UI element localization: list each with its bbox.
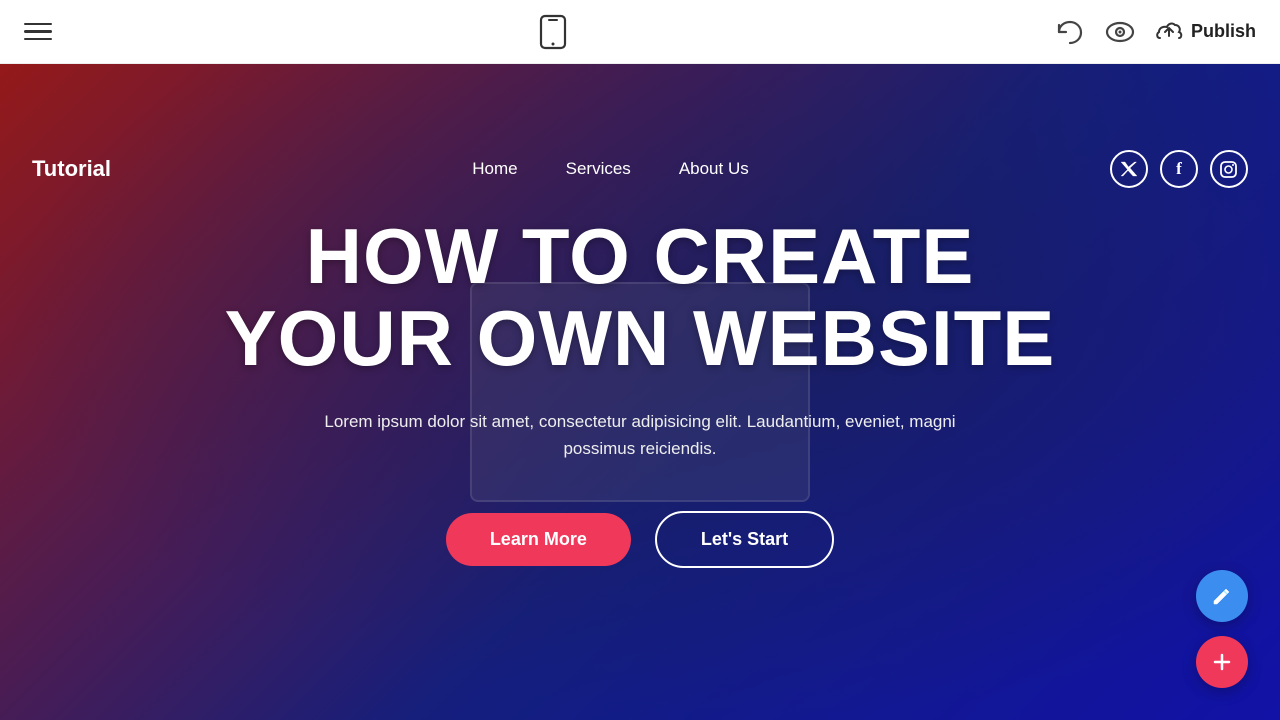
hero-title: HOW TO CREATE YOUR OWN WEBSITE [225,216,1056,380]
add-fab-button[interactable] [1196,636,1248,688]
toolbar-left [24,23,52,41]
fab-container [1196,570,1248,688]
learn-more-button[interactable]: Learn More [446,513,631,566]
hero-content: HOW TO CREATE YOUR OWN WEBSITE Lorem ips… [225,216,1056,567]
toolbar-right: Publish [1055,19,1256,45]
nav-link-home[interactable]: Home [472,159,517,179]
nav-socials: f [1110,150,1248,188]
nav-link-about[interactable]: About Us [679,159,749,179]
hero-buttons: Learn More Let's Start [446,511,834,568]
site-logo: Tutorial [32,156,111,182]
hero-subtitle: Lorem ipsum dolor sit amet, consectetur … [290,408,990,462]
site-nav: Tutorial Home Services About Us f [0,128,1280,210]
social-facebook[interactable]: f [1160,150,1198,188]
hero-title-line1: HOW TO CREATE [306,212,975,300]
hero-section: Tutorial Home Services About Us f [0,64,1280,720]
preview-eye-icon[interactable] [1105,21,1135,43]
nav-links: Home Services About Us [472,159,748,179]
edit-fab-button[interactable] [1196,570,1248,622]
hero-title-line2: YOUR OWN WEBSITE [225,294,1056,382]
upload-cloud-icon [1155,20,1183,44]
toolbar-center [539,14,567,50]
lets-start-button[interactable]: Let's Start [655,511,834,568]
social-instagram[interactable] [1210,150,1248,188]
hamburger-menu-icon[interactable] [24,23,52,41]
publish-button[interactable]: Publish [1155,20,1256,44]
social-twitter[interactable] [1110,150,1148,188]
undo-icon[interactable] [1055,19,1085,45]
facebook-icon: f [1176,159,1182,179]
phone-icon [539,14,567,50]
nav-link-services[interactable]: Services [566,159,631,179]
toolbar: Publish [0,0,1280,64]
publish-label: Publish [1191,21,1256,42]
